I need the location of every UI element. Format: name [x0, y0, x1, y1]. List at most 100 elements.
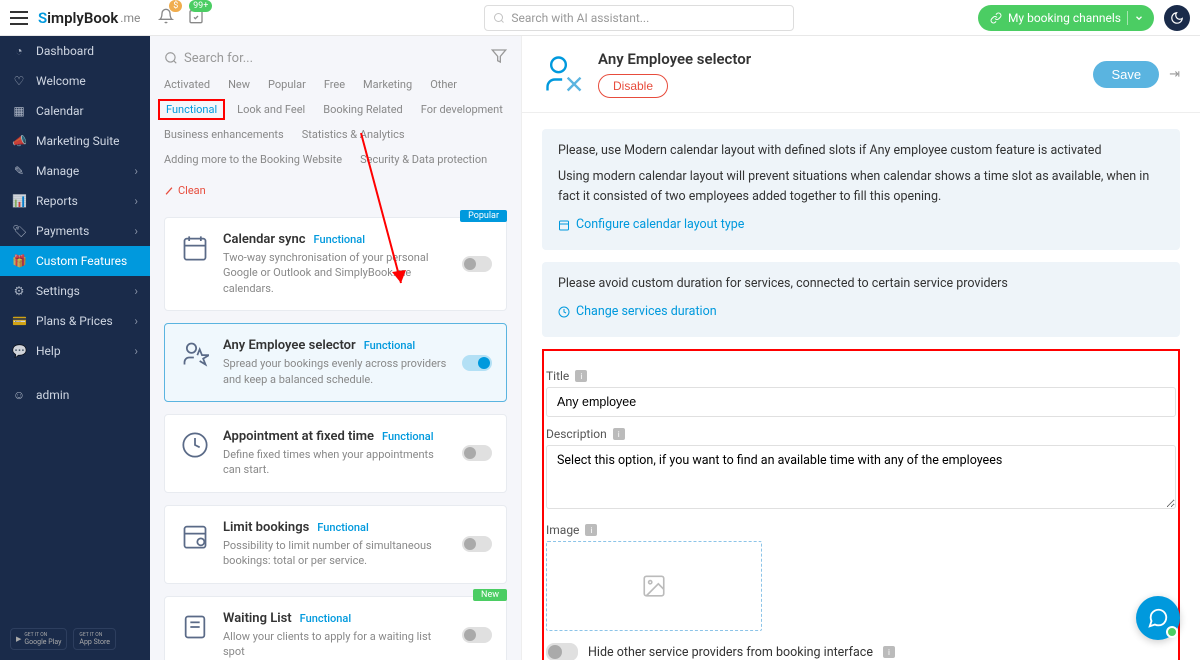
- feature-toggle[interactable]: [462, 256, 492, 272]
- global-search-placeholder: Search with AI assistant...: [511, 11, 649, 25]
- logo-me: .me: [120, 11, 140, 25]
- sidebar-item-help[interactable]: 💬Help›: [0, 336, 150, 366]
- sidebar-item-dashboard[interactable]: ◔Dashboard: [0, 36, 150, 66]
- feature-card-any-employee[interactable]: Any Employee selectorFunctional Spread y…: [164, 323, 507, 402]
- title-label: Title: [546, 369, 569, 383]
- feature-detail-panel: Any Employee selector Disable Save ⇥ Ple…: [522, 36, 1200, 660]
- booking-channels-button[interactable]: My booking channels: [978, 5, 1154, 31]
- sidebar-label: Welcome: [36, 74, 86, 88]
- tab-for-development[interactable]: For development: [421, 101, 503, 118]
- alert-calendar-layout: Please, use Modern calendar layout with …: [542, 129, 1180, 250]
- feature-search[interactable]: Search for...: [164, 51, 483, 66]
- sidebar-item-admin[interactable]: ☺admin: [0, 380, 150, 410]
- alert-services-duration: Please avoid custom duration for service…: [542, 262, 1180, 337]
- feature-title: Appointment at fixed time: [223, 429, 374, 444]
- sidebar-item-manage[interactable]: ✎Manage›: [0, 156, 150, 186]
- description-textarea[interactable]: [546, 445, 1176, 509]
- tab-popular[interactable]: Popular: [268, 76, 306, 93]
- google-play-badge[interactable]: ▶ GET IT ONGoogle Play: [10, 628, 67, 650]
- feature-tag: Functional: [364, 339, 416, 352]
- feature-toggle[interactable]: [462, 355, 492, 371]
- feature-card-waiting-list[interactable]: New Waiting ListFunctional Allow your cl…: [164, 596, 507, 660]
- moon-icon: [1170, 11, 1184, 25]
- sidebar-item-welcome[interactable]: ♡Welcome: [0, 66, 150, 96]
- info-icon[interactable]: i: [613, 428, 625, 440]
- tab-booking-website[interactable]: Adding more to the Booking Website: [164, 151, 342, 168]
- link-icon: [990, 12, 1002, 24]
- sidebar-item-settings[interactable]: ⚙Settings›: [0, 276, 150, 306]
- chevron-right-icon: ›: [134, 194, 138, 208]
- detail-title: Any Employee selector: [598, 50, 1093, 68]
- tab-look-feel[interactable]: Look and Feel: [237, 101, 305, 118]
- app-store-badge[interactable]: GET IT ONApp Store: [73, 628, 116, 650]
- form-highlight-box: Titlei Descriptioni Imagei: [542, 349, 1180, 660]
- sidebar-item-payments[interactable]: 🏷Payments›: [0, 216, 150, 246]
- clock-lock-icon: [179, 429, 211, 461]
- tab-activated[interactable]: Activated: [164, 76, 210, 93]
- description-label: Description: [546, 427, 607, 441]
- tab-business-enhancements[interactable]: Business enhancements: [164, 126, 284, 143]
- sidebar-item-reports[interactable]: 📊Reports›: [0, 186, 150, 216]
- chat-icon: [1147, 607, 1169, 629]
- waiting-list-icon: [179, 611, 211, 643]
- tab-booking-related[interactable]: Booking Related: [323, 101, 403, 118]
- logo[interactable]: SimplyBook.me: [38, 9, 140, 27]
- help-icon: 💬: [12, 344, 26, 358]
- tab-statistics[interactable]: Statistics & Analytics: [302, 126, 405, 143]
- limit-icon: [179, 520, 211, 552]
- feature-list[interactable]: Popular Calendar syncFunctional Two-way …: [150, 205, 521, 660]
- popular-badge: Popular: [460, 210, 507, 222]
- feature-card-limit-bookings[interactable]: Limit bookingsFunctional Possibility to …: [164, 505, 507, 584]
- topbar: SimplyBook.me $ 99+ Search with AI assis…: [0, 0, 1200, 36]
- hide-providers-toggle[interactable]: [546, 643, 578, 660]
- disable-button[interactable]: Disable: [598, 74, 668, 98]
- filter-icon[interactable]: [491, 48, 507, 68]
- feature-card-fixed-time[interactable]: Appointment at fixed timeFunctional Defi…: [164, 414, 507, 493]
- feature-list-panel: Search for... Activated New Popular Free…: [150, 36, 522, 660]
- clock-icon: [558, 306, 570, 318]
- hamburger-menu[interactable]: [10, 11, 28, 25]
- feature-toggle[interactable]: [462, 445, 492, 461]
- alert-text: Using modern calendar layout will preven…: [558, 167, 1164, 207]
- tasks-icon[interactable]: 99+: [188, 8, 204, 28]
- detail-icon: [542, 52, 586, 96]
- sidebar-item-custom-features[interactable]: 🎁Custom Features: [0, 246, 150, 276]
- theme-toggle[interactable]: [1164, 5, 1190, 31]
- save-button[interactable]: Save: [1093, 61, 1159, 88]
- tab-marketing[interactable]: Marketing: [363, 76, 412, 93]
- tab-new[interactable]: New: [228, 76, 250, 93]
- feature-card-calendar-sync[interactable]: Popular Calendar syncFunctional Two-way …: [164, 217, 507, 311]
- title-input[interactable]: [546, 387, 1176, 417]
- user-icon: ☺: [12, 388, 26, 402]
- gear-icon: ⚙: [12, 284, 26, 298]
- sidebar-label: Plans & Prices: [36, 314, 113, 328]
- sidebar-item-marketing[interactable]: 📣Marketing Suite: [0, 126, 150, 156]
- sidebar-item-plans[interactable]: 💳Plans & Prices›: [0, 306, 150, 336]
- feature-toggle[interactable]: [462, 627, 492, 643]
- change-duration-link[interactable]: Change services duration: [558, 302, 717, 322]
- sidebar-label: Reports: [36, 194, 78, 208]
- configure-layout-link[interactable]: Configure calendar layout type: [558, 215, 744, 235]
- feature-title: Waiting List: [223, 611, 292, 626]
- feature-tag: Functional: [300, 612, 352, 625]
- image-upload-dropzone[interactable]: [546, 541, 762, 631]
- global-search[interactable]: Search with AI assistant...: [484, 5, 794, 31]
- tab-clean[interactable]: Clean: [164, 182, 206, 199]
- info-icon[interactable]: i: [883, 646, 895, 658]
- bell-icon[interactable]: $: [158, 8, 174, 28]
- chat-fab[interactable]: [1136, 596, 1180, 640]
- collapse-icon[interactable]: ⇥: [1169, 67, 1180, 82]
- tab-security[interactable]: Security & Data protection: [360, 151, 487, 168]
- tab-free[interactable]: Free: [324, 76, 345, 93]
- feature-desc: Allow your clients to apply for a waitin…: [223, 629, 450, 660]
- sidebar-item-calendar[interactable]: ▦Calendar: [0, 96, 150, 126]
- tab-other[interactable]: Other: [430, 76, 457, 93]
- feature-toggle[interactable]: [462, 536, 492, 552]
- gauge-icon: ◔: [12, 44, 26, 58]
- channels-label: My booking channels: [1008, 11, 1121, 25]
- info-icon[interactable]: i: [585, 524, 597, 536]
- tab-functional[interactable]: Functional: [158, 99, 225, 120]
- megaphone-icon: 📣: [12, 134, 26, 148]
- feature-tag: Functional: [314, 233, 366, 246]
- info-icon[interactable]: i: [575, 370, 587, 382]
